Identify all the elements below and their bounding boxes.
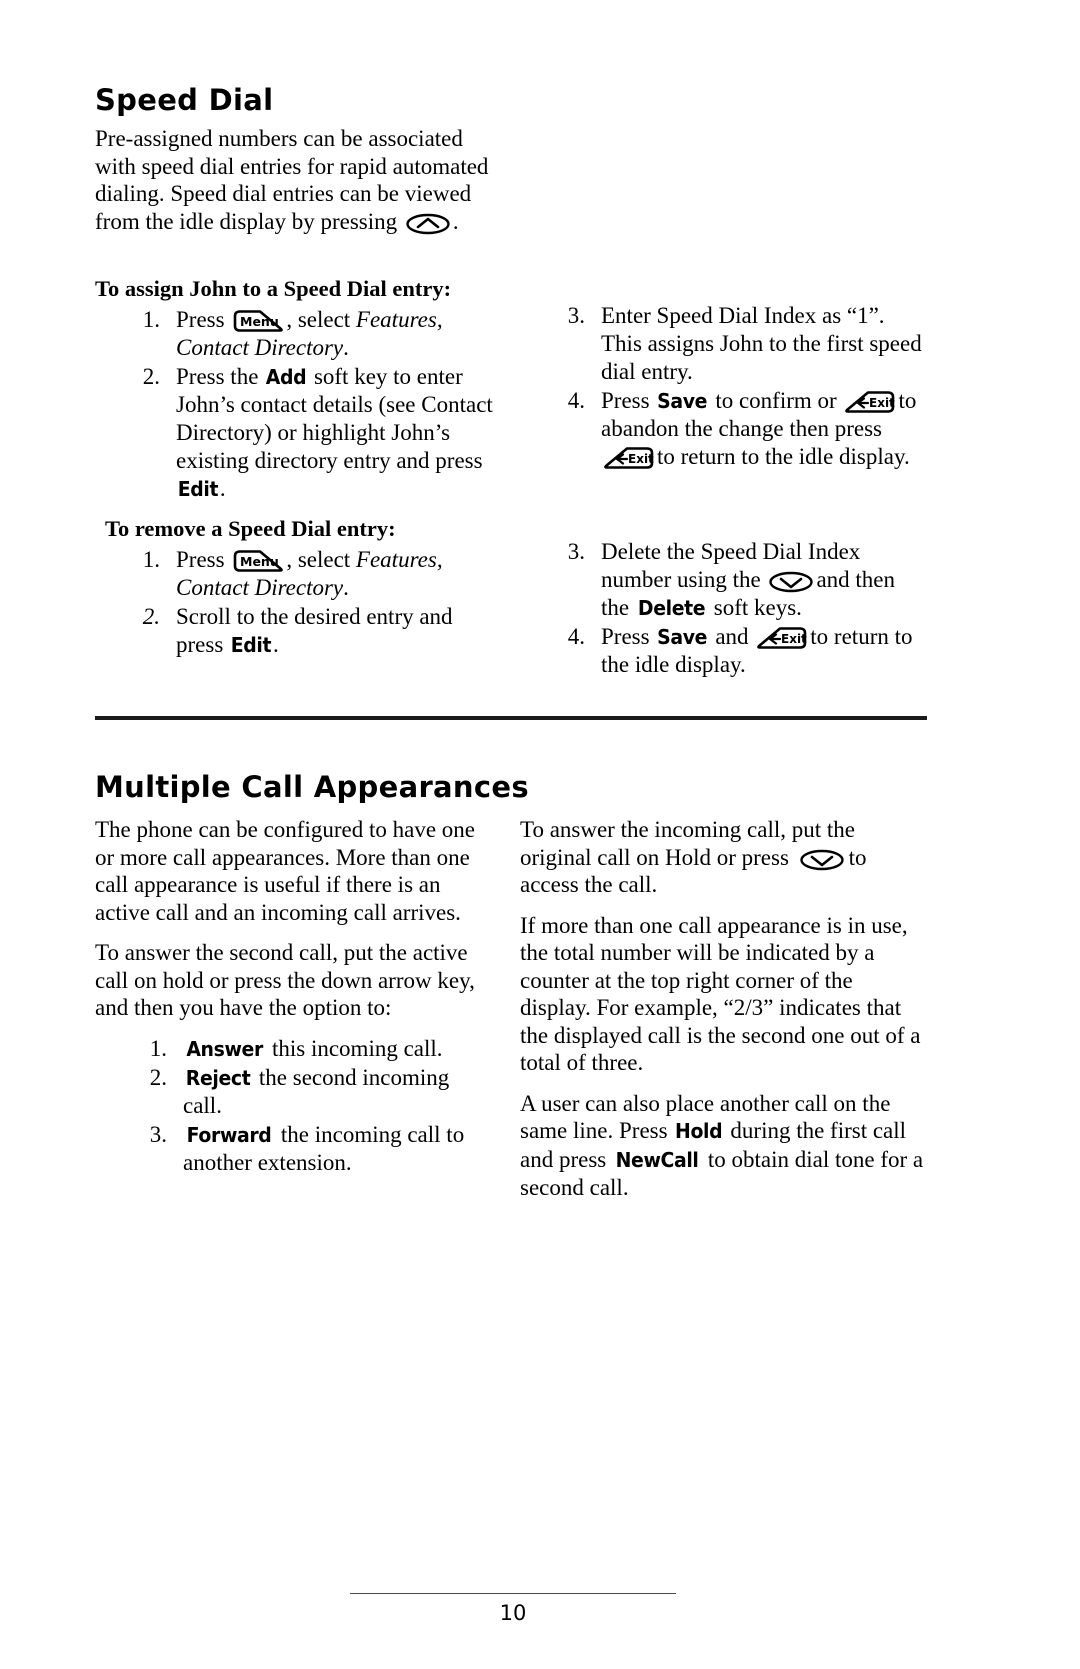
list-item: 1. Press Menu , select Features, Contact… [130, 546, 505, 602]
step-text-mid: , select [286, 547, 351, 572]
document-page: Speed Dial Pre-assigned numbers can be a… [0, 0, 1080, 1669]
mca-options-list: 1. Answer this incoming call. 2. Reject … [137, 1035, 490, 1177]
step-number: 1. [142, 547, 160, 572]
procedure-title-assign-speed-dial: To assign John to a Speed Dial entry: [95, 276, 452, 301]
svg-text:Exit: Exit [781, 632, 807, 646]
list-item: 2. Scroll to the desired entry and press… [130, 603, 505, 659]
svg-text:Exit: Exit [869, 396, 895, 410]
svg-text:Menu: Menu [240, 554, 279, 569]
step-number: 2. [149, 1064, 167, 1090]
section-heading-speed-dial: Speed Dial [95, 83, 274, 117]
list-item: 3. Enter Speed Dial Index as “1”. This a… [555, 302, 925, 386]
step-text-post: to return to the idle display. [657, 444, 910, 469]
step-text-mid: to confirm or [715, 388, 837, 413]
step-text-mid: and [715, 624, 749, 649]
remove-steps-list-right: 3. Delete the Speed Dial Index number us… [555, 538, 925, 679]
remove-steps-left-column: 1. Press Menu , select Features, Contact… [130, 546, 505, 660]
footer-rule [350, 1593, 676, 1594]
softkey-label-add: Add [265, 365, 307, 389]
step-text-post: . [219, 476, 226, 501]
assign-steps-list-left: 1. Press Menu , select Features, Contact… [130, 306, 505, 503]
mca-paragraph-1: The phone can be configured to have one … [95, 817, 475, 925]
step-number: 3. [567, 303, 585, 328]
list-item: 3. Delete the Speed Dial Index number us… [555, 538, 925, 622]
svg-text:Menu: Menu [240, 314, 279, 329]
menu-key-icon: Menu [232, 549, 284, 573]
step-text-post: soft keys. [713, 595, 802, 620]
step-text-pre: Scroll to the desired entry and press [176, 604, 453, 657]
softkey-label-hold: Hold [675, 1119, 723, 1143]
step-text: Enter Speed Dial Index as “1”. This assi… [601, 303, 922, 384]
list-item: 4. Press Save to confirm or Exit to aban… [555, 387, 925, 471]
step-number: 3. [567, 539, 585, 564]
softkey-label-delete: Delete [637, 596, 706, 620]
softkey-label-save: Save [657, 389, 708, 413]
exit-key-icon: Exit [844, 390, 896, 414]
procedure-title-remove-speed-dial: To remove a Speed Dial entry: [105, 516, 396, 541]
list-item: 1. Answer this incoming call. [137, 1035, 490, 1063]
softkey-label-forward: Forward [186, 1122, 272, 1147]
mca-paragraph-2: To answer the second call, put the activ… [95, 940, 475, 1020]
softkey-label-edit: Edit [230, 633, 272, 657]
softkey-label-answer: Answer [186, 1036, 263, 1061]
step-text-pre: Press [601, 388, 650, 413]
step-text-pre: Press [176, 307, 225, 332]
step-text-post: . [343, 335, 349, 360]
step-number: 1. [142, 307, 160, 332]
step-number: 2. [142, 604, 160, 629]
remove-steps-right-column: 3. Delete the Speed Dial Index number us… [555, 538, 925, 680]
section-divider-rule [95, 716, 927, 720]
step-text-pre: Press [176, 547, 225, 572]
assign-steps-list-right: 3. Enter Speed Dial Index as “1”. This a… [555, 302, 925, 471]
list-item: 2. Press the Add soft key to enter John’… [130, 363, 505, 503]
exit-key-icon: Exit [756, 626, 808, 650]
page-number: 10 [499, 1601, 527, 1625]
step-number: 4. [567, 388, 585, 413]
assign-steps-right-column: 3. Enter Speed Dial Index as “1”. This a… [555, 302, 925, 472]
mca-right-paragraph-2: If more than one call appearance is in u… [520, 912, 921, 1076]
mca-right-paragraph-1: To answer the incoming call, put the ori… [520, 816, 925, 899]
softkey-label-save: Save [657, 625, 708, 649]
svg-text:Exit: Exit [628, 452, 654, 466]
mca-right-paragraph-3: A user can also place another call on th… [520, 1090, 925, 1202]
down-arrow-key-icon [769, 571, 814, 593]
step-text: this incoming call. [271, 1035, 443, 1061]
step-number: 4. [567, 624, 585, 649]
softkey-label-reject: Reject [185, 1065, 251, 1090]
assign-steps-left-column: 1. Press Menu , select Features, Contact… [130, 306, 505, 504]
step-number: 1. [149, 1035, 167, 1061]
exit-key-icon: Exit [603, 446, 655, 470]
step-number: 2. [142, 364, 160, 389]
up-arrow-key-icon [406, 213, 450, 235]
mca-left-column: The phone can be configured to have one … [95, 816, 490, 1178]
down-arrow-key-icon [799, 849, 844, 871]
remove-steps-list-left: 1. Press Menu , select Features, Contact… [130, 546, 505, 659]
section-heading-multiple-call-appearances: Multiple Call Appearances [95, 770, 529, 804]
list-item: 2. Reject the second incoming call. [137, 1064, 490, 1120]
menu-key-icon: Menu [232, 309, 284, 333]
list-item: 4. Press Save and Exit to return to the … [555, 623, 925, 679]
step-text-pre: Press the [176, 364, 259, 389]
speed-dial-intro-period: . [452, 208, 459, 234]
softkey-label-newcall: NewCall [615, 1147, 699, 1172]
step-text-post: . [272, 632, 279, 657]
step-text-post: . [343, 575, 349, 600]
step-text-pre: Press [601, 624, 650, 649]
step-number: 3. [149, 1121, 167, 1147]
list-item: 1. Press Menu , select Features, Contact… [130, 306, 505, 362]
softkey-label-edit: Edit [177, 477, 219, 501]
step-text-mid: , select [286, 307, 351, 332]
mca-right-column: To answer the incoming call, put the ori… [520, 816, 925, 1202]
speed-dial-intro-paragraph: Pre-assigned numbers can be associated w… [95, 125, 505, 235]
list-item: 3. Forward the incoming call to another … [137, 1121, 490, 1177]
